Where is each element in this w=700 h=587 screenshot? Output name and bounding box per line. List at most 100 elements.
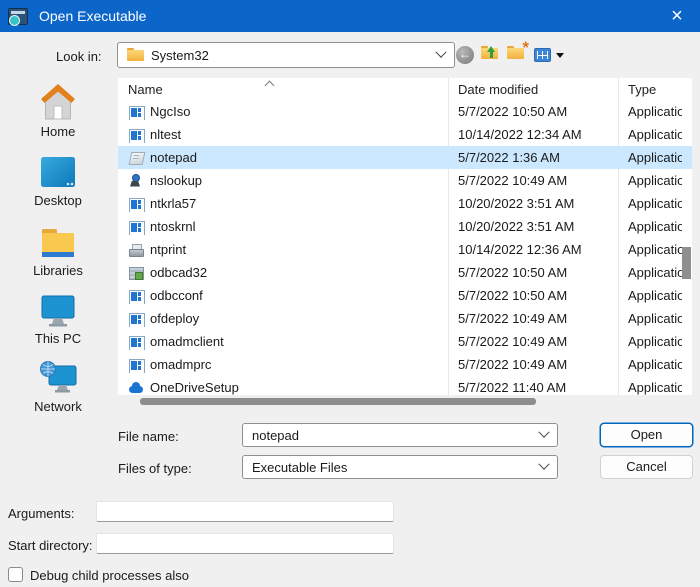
view-menu-caret-icon[interactable] bbox=[556, 53, 564, 62]
network-icon bbox=[40, 361, 77, 393]
column-header-type[interactable]: Type bbox=[618, 78, 692, 100]
file-row[interactable]: odbcad32 5/7/2022 10:50 AM Application bbox=[118, 261, 692, 284]
file-row[interactable]: ofdeploy 5/7/2022 10:49 AM Application bbox=[118, 307, 692, 330]
sidebar-item-label: Libraries bbox=[33, 263, 83, 278]
file-name: OneDriveSetup bbox=[150, 380, 239, 395]
arguments-input[interactable] bbox=[96, 501, 394, 522]
printer-file-icon bbox=[128, 242, 144, 258]
file-date-modified: 5/7/2022 10:49 AM bbox=[458, 311, 568, 326]
sidebar-item-label: This PC bbox=[34, 331, 82, 346]
chevron-down-icon bbox=[435, 46, 447, 58]
file-name: ntoskrnl bbox=[150, 219, 196, 234]
file-row[interactable]: notepad 5/7/2022 1:36 AM Application bbox=[118, 146, 692, 169]
cancel-button[interactable]: Cancel bbox=[600, 455, 693, 479]
view-menu-icon[interactable] bbox=[534, 48, 551, 62]
file-row[interactable]: nltest 10/14/2022 12:34 AM Application bbox=[118, 123, 692, 146]
odbc-file-icon bbox=[128, 265, 144, 281]
file-name: notepad bbox=[150, 150, 197, 165]
horizontal-scrollbar[interactable] bbox=[118, 398, 692, 405]
file-row[interactable]: ntprint 10/14/2022 12:36 AM Application bbox=[118, 238, 692, 261]
file-date-modified: 5/7/2022 10:49 AM bbox=[458, 334, 568, 349]
file-name: NgcIso bbox=[150, 104, 191, 119]
column-header-name[interactable]: Name bbox=[118, 78, 448, 100]
up-one-level-icon[interactable] bbox=[481, 46, 499, 62]
files-of-type-label: Files of type: bbox=[118, 461, 192, 476]
sidebar-item-this-pc[interactable]: This PC bbox=[0, 293, 116, 346]
app-file-icon bbox=[128, 311, 145, 327]
files-of-type-value: Executable Files bbox=[252, 459, 348, 475]
column-header-date-modified[interactable]: Date modified bbox=[448, 78, 618, 100]
open-executable-dialog: Open Executable × Look in: System32 ← * … bbox=[0, 0, 700, 587]
window-title: Open Executable bbox=[39, 8, 147, 24]
file-type: Application bbox=[628, 311, 682, 326]
file-name-label: File name: bbox=[118, 429, 179, 444]
look-in-value: System32 bbox=[151, 47, 209, 63]
chevron-down-icon bbox=[538, 426, 550, 438]
file-type: Application bbox=[628, 265, 682, 280]
file-type: Application bbox=[628, 380, 682, 395]
debug-children-label: Debug child processes also bbox=[30, 568, 189, 583]
file-type: Application bbox=[628, 334, 682, 349]
horizontal-scrollbar-thumb[interactable] bbox=[140, 398, 536, 405]
file-date-modified: 10/14/2022 12:34 AM bbox=[458, 127, 582, 142]
libraries-icon bbox=[42, 229, 74, 257]
new-sparkle-icon: * bbox=[522, 38, 529, 57]
file-type: Application bbox=[628, 173, 682, 188]
back-icon[interactable]: ← bbox=[456, 46, 474, 64]
file-name-value: notepad bbox=[252, 427, 299, 443]
arguments-label: Arguments: bbox=[8, 506, 75, 521]
close-button[interactable]: × bbox=[654, 0, 700, 32]
file-name: ntkrla57 bbox=[150, 196, 197, 211]
file-name: ntprint bbox=[150, 242, 187, 257]
file-row[interactable]: ntoskrnl 10/20/2022 3:51 AM Application bbox=[118, 215, 692, 238]
sidebar-item-network[interactable]: Network bbox=[0, 359, 116, 414]
sidebar-item-label: Network bbox=[34, 399, 82, 414]
start-directory-input[interactable] bbox=[96, 533, 394, 554]
app-file-icon bbox=[128, 127, 145, 143]
sidebar-item-label: Desktop bbox=[34, 193, 82, 208]
app-file-icon bbox=[128, 288, 145, 304]
file-name: ofdeploy bbox=[150, 311, 200, 326]
file-date-modified: 10/20/2022 3:51 AM bbox=[458, 196, 575, 211]
vertical-scrollbar-thumb[interactable] bbox=[682, 247, 691, 279]
start-directory-label: Start directory: bbox=[8, 538, 93, 553]
debugger-app-icon bbox=[8, 7, 28, 26]
app-file-icon bbox=[128, 219, 145, 235]
app-file-icon bbox=[128, 196, 145, 212]
file-type: Application bbox=[628, 242, 682, 257]
list-header: Name Date modified Type bbox=[118, 78, 692, 100]
file-row[interactable]: ntkrla57 10/20/2022 3:51 AM Application bbox=[118, 192, 692, 215]
sidebar-item-desktop[interactable]: Desktop bbox=[0, 155, 116, 208]
titlebar: Open Executable × bbox=[0, 0, 700, 32]
file-row[interactable]: odbcconf 5/7/2022 10:50 AM Application bbox=[118, 284, 692, 307]
file-name: omadmclient bbox=[150, 334, 224, 349]
look-in-combobox[interactable]: System32 bbox=[117, 42, 455, 68]
file-row[interactable]: omadmprc 5/7/2022 10:49 AM Application bbox=[118, 353, 692, 376]
file-date-modified: 5/7/2022 10:50 AM bbox=[458, 265, 568, 280]
file-type: Application bbox=[628, 127, 682, 142]
onedrive-file-icon bbox=[128, 380, 144, 396]
file-date-modified: 10/14/2022 12:36 AM bbox=[458, 242, 582, 257]
sidebar-item-home[interactable]: Home bbox=[0, 82, 116, 139]
file-name-combobox[interactable]: notepad bbox=[242, 423, 558, 447]
file-name: nslookup bbox=[150, 173, 203, 188]
file-row[interactable]: omadmclient 5/7/2022 10:49 AM Applicatio… bbox=[118, 330, 692, 353]
file-rows: NgcIso 5/7/2022 10:50 AM Application nlt… bbox=[118, 100, 692, 395]
file-type: Application bbox=[628, 219, 682, 234]
file-date-modified: 5/7/2022 10:50 AM bbox=[458, 104, 568, 119]
file-row[interactable]: nslookup 5/7/2022 10:49 AM Application bbox=[118, 169, 692, 192]
sidebar-item-libraries[interactable]: Libraries bbox=[0, 225, 116, 278]
file-type: Application bbox=[628, 150, 682, 165]
file-type: Application bbox=[628, 196, 682, 211]
files-of-type-combobox[interactable]: Executable Files bbox=[242, 455, 558, 479]
file-row[interactable]: OneDriveSetup 5/7/2022 11:40 AM Applicat… bbox=[118, 376, 692, 395]
file-row[interactable]: NgcIso 5/7/2022 10:50 AM Application bbox=[118, 100, 692, 123]
this-pc-icon bbox=[41, 295, 75, 327]
notepad-file-icon bbox=[128, 150, 144, 166]
create-new-folder-icon[interactable]: * bbox=[507, 38, 529, 62]
up-arrow-icon bbox=[487, 42, 495, 58]
file-name: odbcconf bbox=[150, 288, 203, 303]
open-button[interactable]: Open bbox=[600, 423, 693, 447]
debug-children-checkbox[interactable] bbox=[8, 567, 23, 582]
file-date-modified: 5/7/2022 10:49 AM bbox=[458, 357, 568, 372]
